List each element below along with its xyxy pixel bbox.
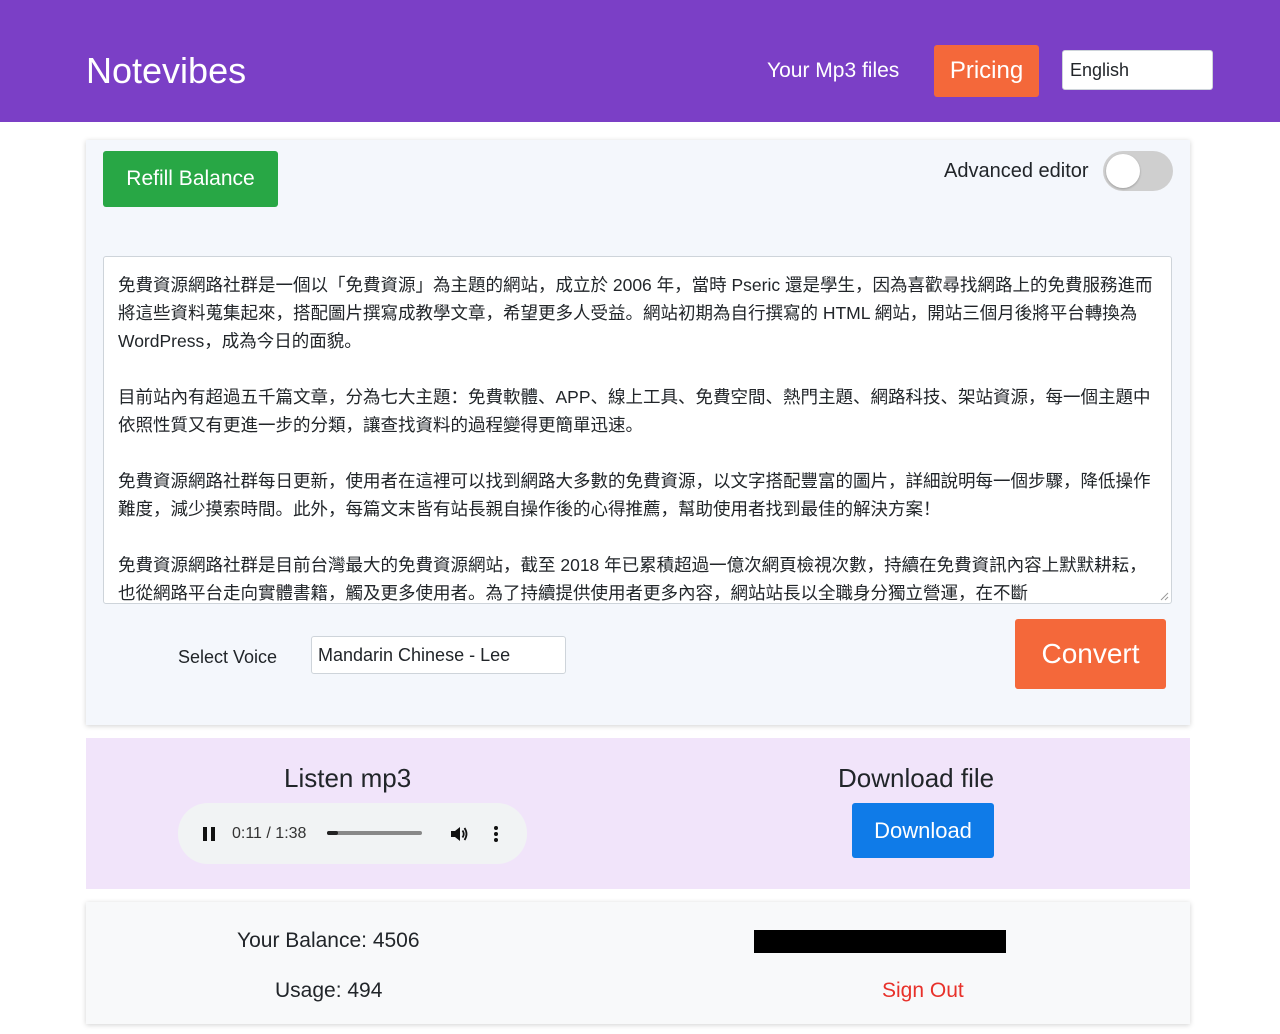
download-button[interactable]: Download (852, 803, 994, 858)
listen-mp3-heading: Listen mp3 (284, 763, 412, 793)
audio-progress-fill (327, 831, 338, 835)
brand-logo[interactable]: Notevibes (86, 50, 246, 92)
language-select[interactable]: English (1062, 50, 1213, 90)
resize-grip-icon[interactable] (1159, 591, 1169, 601)
download-file-heading: Download file (838, 763, 995, 793)
text-input-area[interactable]: 免費資源網路社群是一個以「免費資源」為主題的網站，成立於 2006 年，當時 P… (103, 256, 1172, 604)
balance-text: Your Balance: 4506 (237, 929, 420, 952)
text-paragraph: 免費資源網路社群是目前台灣最大的免費資源網站，截至 2018 年已累積超過一億次… (118, 555, 1147, 603)
text-paragraph: 目前站內有超過五千篇文章，分為七大主題：免費軟體、APP、線上工具、免費空間、熱… (118, 387, 1151, 435)
voice-select[interactable]: Mandarin Chinese - Lee (311, 636, 566, 674)
advanced-editor-toggle[interactable] (1103, 151, 1173, 191)
select-voice-label: Select Voice (178, 647, 278, 667)
text-paragraph: 免費資源網路社群是一個以「免費資源」為主題的網站，成立於 2006 年，當時 P… (118, 275, 1153, 351)
nav-your-mp3-files[interactable]: Your Mp3 files (767, 57, 899, 85)
toggle-knob (1106, 154, 1140, 188)
more-vertical-icon[interactable] (492, 824, 500, 844)
account-card (86, 902, 1190, 1024)
audio-progress-slider[interactable] (327, 831, 422, 835)
redacted-email-bar (754, 930, 1006, 953)
audio-time-display: 0:11 / 1:38 (232, 825, 307, 842)
pricing-button[interactable]: Pricing (934, 45, 1039, 97)
top-navbar: Notevibes Your Mp3 files Pricing English (0, 0, 1280, 122)
convert-button[interactable]: Convert (1015, 619, 1166, 689)
sign-out-link[interactable]: Sign Out (882, 978, 964, 1004)
advanced-editor-label: Advanced editor (944, 160, 1089, 182)
volume-icon[interactable] (449, 824, 469, 844)
usage-text: Usage: 494 (275, 979, 383, 1002)
pause-icon[interactable] (202, 826, 216, 842)
refill-balance-button[interactable]: Refill Balance (103, 151, 278, 207)
text-paragraph: 免費資源網路社群每日更新，使用者在這裡可以找到網路大多數的免費資源，以文字搭配豐… (118, 471, 1151, 519)
